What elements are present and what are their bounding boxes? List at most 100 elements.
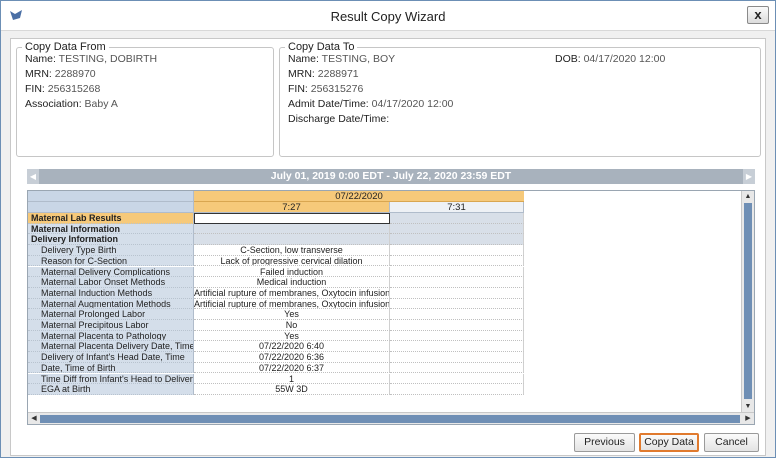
scroll-left-arrow[interactable]: ◀ xyxy=(28,413,40,424)
result-cell-731[interactable] xyxy=(390,362,524,374)
to-admit-row: Admit Date/Time: 04/17/2020 12:00 xyxy=(288,98,454,110)
row-label: Maternal Prolonged Labor xyxy=(28,309,194,320)
table-row[interactable]: Maternal Labor Onset Methods Medical indu… xyxy=(28,277,524,288)
result-cell-731[interactable] xyxy=(390,352,524,363)
result-cell-727[interactable]: Lack of progressive cervical dilation xyxy=(194,255,390,267)
to-fin-row: FIN: 256315276 xyxy=(288,83,364,95)
result-cell-731[interactable] xyxy=(390,287,524,299)
date-range-next-arrow[interactable]: ▶ xyxy=(743,169,755,184)
result-cell-727[interactable] xyxy=(194,213,390,224)
result-cell-731[interactable] xyxy=(390,255,524,267)
table-row[interactable]: Date, Time of Birth 07/22/2020 6:37 xyxy=(28,362,524,374)
grid-corner-bottom xyxy=(28,202,194,213)
result-cell-731[interactable] xyxy=(390,266,524,278)
row-label: Delivery Type Birth xyxy=(28,245,194,256)
result-cell-727[interactable]: Artificial rupture of membranes, Oxytoci… xyxy=(194,298,390,310)
grid-time-header-2[interactable]: 7:31 xyxy=(390,202,524,213)
table-row[interactable]: Maternal Information xyxy=(28,223,524,235)
row-label: Maternal Induction Methods xyxy=(28,287,194,299)
window-title: Result Copy Wizard xyxy=(330,9,446,24)
result-cell-731[interactable] xyxy=(390,223,524,235)
to-mrn-row: MRN: 2288971 xyxy=(288,68,359,80)
result-cell-727[interactable]: Artificial rupture of membranes, Oxytoci… xyxy=(194,287,390,299)
table-row[interactable]: Maternal Delivery Complications Failed in… xyxy=(28,266,524,278)
result-cell-727[interactable] xyxy=(194,234,390,246)
table-row[interactable]: Maternal Precipitous Labor No xyxy=(28,320,524,331)
to-mrn-value: 2288971 xyxy=(317,68,359,80)
table-row[interactable]: Delivery of Infant's Head Date, Time 07/2… xyxy=(28,352,524,363)
row-label: Maternal Placenta Delivery Date, Time xyxy=(28,341,194,353)
close-button[interactable]: x xyxy=(747,6,769,24)
copy-to-legend: Copy Data To xyxy=(285,41,358,53)
result-cell-727[interactable]: 1 xyxy=(194,373,390,385)
result-cell-731[interactable] xyxy=(390,234,524,246)
date-range-bar: ◀ July 01, 2019 0:00 EDT - July 22, 2020… xyxy=(27,169,755,184)
date-range-text: July 01, 2019 0:00 EDT - July 22, 2020 2… xyxy=(270,170,512,182)
result-cell-727[interactable]: 07/22/2020 6:37 xyxy=(194,362,390,374)
previous-button[interactable]: Previous xyxy=(574,433,635,452)
result-cell-727[interactable]: 07/22/2020 6:36 xyxy=(194,352,390,363)
result-cell-727[interactable] xyxy=(194,223,390,235)
result-cell-731[interactable] xyxy=(390,277,524,288)
table-row[interactable]: EGA at Birth 55W 3D xyxy=(28,384,524,395)
scroll-up-arrow[interactable]: ▲ xyxy=(742,191,754,202)
result-cell-731[interactable] xyxy=(390,245,524,256)
table-row[interactable]: Reason for C-Section Lack of progressive … xyxy=(28,255,524,267)
result-cell-731[interactable] xyxy=(390,373,524,385)
scroll-down-arrow[interactable]: ▼ xyxy=(742,401,754,412)
table-row[interactable]: Maternal Placenta Delivery Date, Time 07/… xyxy=(28,341,524,353)
result-cell-731[interactable] xyxy=(390,298,524,310)
result-cell-727[interactable]: 55W 3D xyxy=(194,384,390,395)
horizontal-scrollbar[interactable]: ◀ ▶ xyxy=(28,412,754,424)
table-row[interactable]: Maternal Induction Methods Artificial rup… xyxy=(28,287,524,299)
result-cell-731[interactable] xyxy=(390,384,524,395)
copy-from-legend: Copy Data From xyxy=(22,41,109,53)
row-label: Time Diff from Infant's Head to Delivery xyxy=(28,373,194,385)
row-label: Delivery of Infant's Head Date, Time xyxy=(28,352,194,363)
scroll-right-arrow[interactable]: ▶ xyxy=(742,413,754,424)
wizard-content: Copy Data From Name: TESTING, DOBIRTH MR… xyxy=(10,38,766,456)
result-copy-wizard-window: Result Copy Wizard x Copy Data From Name… xyxy=(0,0,776,458)
from-association-value: Baby A xyxy=(84,98,118,110)
horizontal-scroll-thumb[interactable] xyxy=(40,415,740,423)
row-label: EGA at Birth xyxy=(28,384,194,395)
result-cell-727[interactable]: Yes xyxy=(194,330,390,342)
vertical-scroll-thumb[interactable] xyxy=(744,203,752,399)
result-cell-727[interactable]: C-Section, low transverse xyxy=(194,245,390,256)
table-row[interactable]: Time Diff from Infant's Head to Delivery… xyxy=(28,373,524,385)
table-row[interactable]: Delivery Information xyxy=(28,234,524,246)
to-discharge-row: Discharge Date/Time: xyxy=(288,113,390,125)
result-cell-727[interactable]: Medical induction xyxy=(194,277,390,288)
to-admit-value: 04/17/2020 12:00 xyxy=(371,98,454,110)
result-cell-727[interactable]: 07/22/2020 6:40 xyxy=(194,341,390,353)
from-mrn-row: MRN: 2288970 xyxy=(25,68,96,80)
result-cell-727[interactable]: Failed induction xyxy=(194,266,390,278)
result-cell-727[interactable]: No xyxy=(194,320,390,331)
table-row[interactable]: Maternal Lab Results xyxy=(28,213,524,224)
result-cell-727[interactable]: Yes xyxy=(194,309,390,320)
title-bar: Result Copy Wizard x xyxy=(1,1,775,31)
result-cell-731[interactable] xyxy=(390,341,524,353)
to-fin-value: 256315276 xyxy=(310,83,364,95)
table-row[interactable]: Delivery Type Birth C-Section, low transv… xyxy=(28,245,524,256)
result-cell-731[interactable] xyxy=(390,330,524,342)
result-cell-731[interactable] xyxy=(390,320,524,331)
copy-data-from-group: Copy Data From Name: TESTING, DOBIRTH MR… xyxy=(16,41,274,157)
vertical-scrollbar[interactable]: ▲ ▼ xyxy=(741,191,754,412)
row-label: Maternal Labor Onset Methods xyxy=(28,277,194,288)
result-cell-731[interactable] xyxy=(390,213,524,224)
copy-data-button[interactable]: Copy Data xyxy=(639,433,699,452)
table-row[interactable]: Maternal Augmentation Methods Artificial … xyxy=(28,298,524,310)
cancel-button[interactable]: Cancel xyxy=(704,433,759,452)
from-association-row: Association: Baby A xyxy=(25,98,118,110)
table-row[interactable]: Maternal Prolonged Labor Yes xyxy=(28,309,524,320)
table-row[interactable]: Maternal Placenta to Pathology Yes xyxy=(28,330,524,342)
row-label: Maternal Information xyxy=(28,223,194,235)
row-label: Maternal Delivery Complications xyxy=(28,266,194,278)
grid-time-header-1[interactable]: 7:27 xyxy=(194,202,390,213)
to-dob-row: DOB: 04/17/2020 12:00 xyxy=(555,53,666,65)
row-label: Maternal Placenta to Pathology xyxy=(28,330,194,342)
results-grid[interactable]: 07/22/2020 7:27 7:31 Maternal Lab Result… xyxy=(27,190,755,425)
row-label: Maternal Precipitous Labor xyxy=(28,320,194,331)
result-cell-731[interactable] xyxy=(390,309,524,320)
